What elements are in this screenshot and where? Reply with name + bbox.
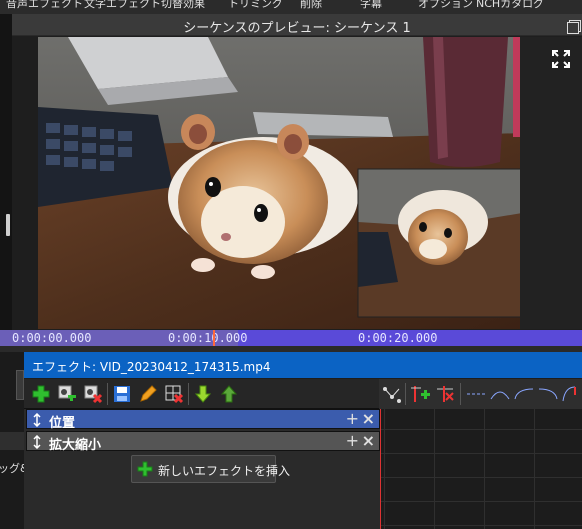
effect-panel-header: エフェクト: VID_20230412_174315.mp4 bbox=[24, 352, 582, 378]
menu-audio-effects[interactable]: 音声エフェクト bbox=[6, 0, 83, 11]
close-icon[interactable]: × bbox=[362, 432, 375, 450]
curve-ease-out-icon[interactable] bbox=[537, 383, 559, 405]
move-down-icon[interactable] bbox=[192, 383, 214, 405]
preview-titlebar: シーケンスのプレビュー: シーケンス 1 bbox=[12, 14, 582, 36]
preview-frame-image bbox=[38, 37, 558, 329]
left-panel-edge bbox=[0, 14, 12, 334]
keyframe-node-icon[interactable] bbox=[381, 383, 403, 405]
timeline-ruler[interactable]: 0:00:00.000 0:00:10.000 0:00:20.000 bbox=[0, 330, 582, 346]
tick-label: 0:00:00.000 bbox=[12, 331, 92, 345]
menu-options[interactable]: オプション bbox=[418, 0, 473, 11]
remove-keyframe-line-icon[interactable] bbox=[435, 383, 457, 405]
left-panel-scrollbar[interactable] bbox=[6, 214, 10, 236]
curve-linear-icon[interactable] bbox=[465, 383, 487, 405]
move-up-icon[interactable] bbox=[218, 383, 240, 405]
effect-name: 位置 bbox=[49, 416, 76, 431]
close-icon[interactable]: × bbox=[362, 410, 375, 428]
save-icon[interactable] bbox=[111, 383, 133, 405]
menu-subtitles[interactable]: 字幕 bbox=[360, 0, 382, 11]
add-keyframe-icon[interactable] bbox=[56, 383, 78, 405]
curve-ease-in-icon[interactable] bbox=[513, 383, 535, 405]
tick-label: 0:00:10.000 bbox=[168, 331, 248, 345]
edit-pencil-icon[interactable] bbox=[137, 383, 159, 405]
effect-row-position[interactable]: 位置 + × bbox=[26, 409, 380, 431]
graph-playhead bbox=[380, 409, 381, 529]
menu-delete[interactable]: 削除 bbox=[300, 0, 322, 11]
effect-panel-title: エフェクト: VID_20230412_174315.mp4 bbox=[32, 360, 271, 374]
menu-nch-catalog[interactable]: NCHカタログ bbox=[476, 0, 544, 11]
keyframe-tools bbox=[379, 379, 582, 409]
menu-bar: 音声エフェクト 文字エフェクト 切替効果 トリミング 削除 字幕 オプション N… bbox=[0, 0, 582, 14]
effect-name: 拡大縮小 bbox=[49, 438, 102, 453]
expand-icon[interactable]: + bbox=[346, 410, 359, 428]
menu-text-effects[interactable]: 文字エフェクト bbox=[84, 0, 161, 11]
effect-toolbar bbox=[24, 379, 582, 409]
menu-transitions[interactable]: 切替効果 bbox=[161, 0, 205, 11]
restore-window-icon[interactable] bbox=[564, 16, 582, 34]
effect-row-scale[interactable]: 拡大縮小 + × bbox=[26, 431, 380, 453]
curve-ease-icon[interactable] bbox=[489, 383, 511, 405]
fullscreen-icon[interactable] bbox=[550, 48, 572, 70]
preview-margin bbox=[520, 37, 582, 329]
curve-custom-icon[interactable] bbox=[561, 383, 582, 405]
menu-trim[interactable]: トリミング bbox=[228, 0, 283, 11]
expand-icon[interactable]: + bbox=[346, 432, 359, 450]
add-icon bbox=[137, 461, 153, 477]
add-effect-icon[interactable] bbox=[30, 383, 52, 405]
reorder-arrows-icon[interactable] bbox=[32, 412, 42, 428]
reorder-arrows-icon[interactable] bbox=[32, 434, 42, 450]
insert-new-effect-button[interactable]: 新しいエフェクトを挿入 bbox=[131, 455, 290, 483]
delete-keyframes-icon[interactable] bbox=[163, 383, 185, 405]
remove-keyframe-icon[interactable] bbox=[82, 383, 104, 405]
video-preview[interactable] bbox=[38, 37, 558, 329]
preview-title: シーケンスのプレビュー: シーケンス 1 bbox=[183, 21, 411, 36]
left-panel-button[interactable] bbox=[16, 370, 24, 400]
insert-keyframe-icon[interactable] bbox=[409, 383, 431, 405]
left-panel-tab[interactable] bbox=[0, 432, 24, 450]
keyframe-graph[interactable] bbox=[380, 409, 582, 529]
insert-effect-label: 新しいエフェクトを挿入 bbox=[158, 464, 291, 478]
tick-label: 0:00:20.000 bbox=[358, 331, 438, 345]
